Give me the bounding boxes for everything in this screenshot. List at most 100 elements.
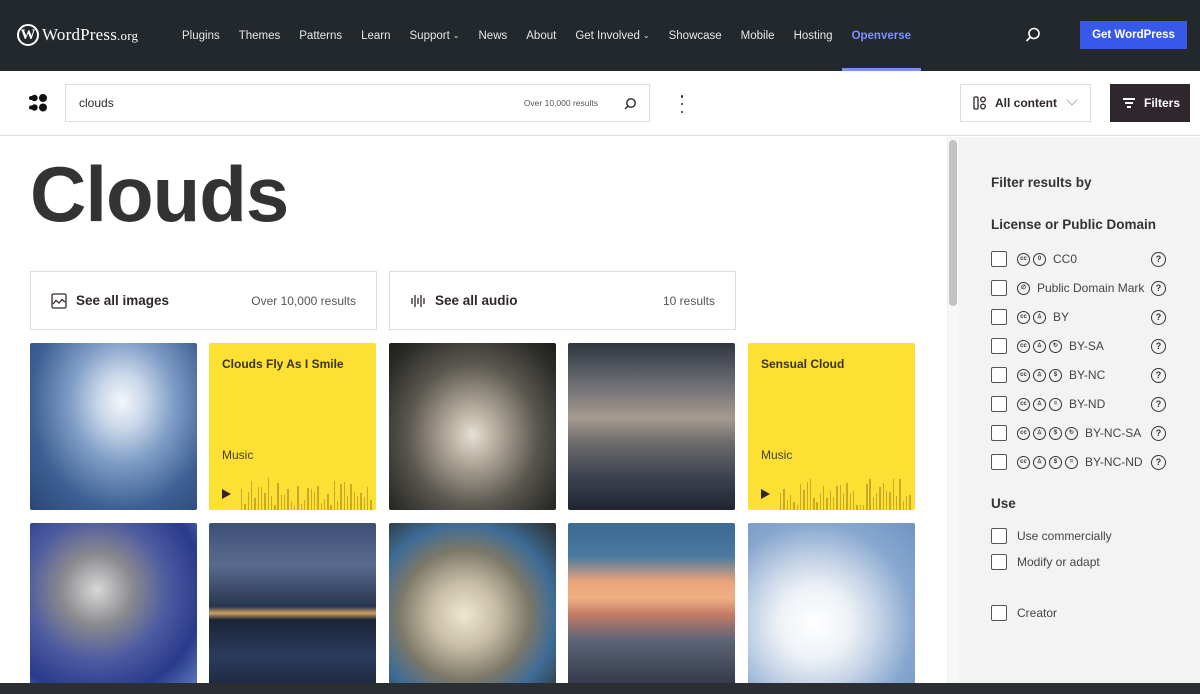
image-result-card[interactable] <box>389 523 556 683</box>
waveform-bar <box>823 486 825 510</box>
nav-item-patterns[interactable]: Patterns <box>299 0 342 71</box>
license-option-by[interactable]: cc ♙ BY? <box>991 308 1181 326</box>
audio-waveform[interactable] <box>241 476 372 510</box>
license-icons: cc ♙ = <box>1017 397 1065 411</box>
image-result-card[interactable] <box>30 523 197 683</box>
see-all-audio-link[interactable]: See all audio 10 results <box>389 271 736 330</box>
waveform-bar <box>882 483 885 510</box>
cc-nc-icon: $ <box>1049 368 1062 382</box>
license-checkbox[interactable] <box>991 454 1007 470</box>
help-icon[interactable]: ? <box>1151 396 1166 412</box>
license-checkbox[interactable] <box>991 396 1007 412</box>
logo-suffix: .org <box>117 28 139 43</box>
nav-item-get-involved[interactable]: Get Involved ⌄ <box>575 0 649 71</box>
wordpress-logo[interactable]: W WordPress.org <box>17 24 138 46</box>
nav-item-about[interactable]: About <box>526 0 556 71</box>
use-option-use-commercially[interactable]: Use commercially <box>991 527 1181 545</box>
license-checkbox[interactable] <box>991 425 1007 441</box>
license-option-public-domain-mark[interactable]: ∅ Public Domain Mark? <box>991 279 1181 297</box>
use-checkbox[interactable] <box>991 554 1007 570</box>
see-all-images-link[interactable]: See all images Over 10,000 results <box>30 271 377 330</box>
help-icon[interactable]: ? <box>1151 338 1166 354</box>
help-icon[interactable]: ? <box>1151 251 1166 267</box>
creator-checkbox[interactable] <box>991 605 1007 621</box>
audio-result-card[interactable]: Clouds Fly As I Smile Music <box>209 343 376 510</box>
nav-item-label: Openverse <box>851 29 912 42</box>
play-icon[interactable] <box>222 489 231 499</box>
chevron-down-icon <box>1066 94 1078 106</box>
nav-item-label: Showcase <box>668 29 722 42</box>
waveform-bar <box>869 479 871 510</box>
nav-item-news[interactable]: News <box>479 0 508 71</box>
search-submit-icon[interactable] <box>622 96 638 112</box>
help-icon[interactable]: ? <box>1151 425 1166 441</box>
nav-item-hosting[interactable]: Hosting <box>794 0 833 71</box>
image-result-card[interactable] <box>30 343 197 510</box>
audio-waveform[interactable] <box>780 476 911 510</box>
nav-item-mobile[interactable]: Mobile <box>741 0 775 71</box>
help-icon[interactable]: ? <box>1151 367 1166 383</box>
license-label: BY-NC-ND <box>1085 455 1143 469</box>
creator-option[interactable]: Creator <box>991 604 1181 622</box>
nav-item-themes[interactable]: Themes <box>239 0 281 71</box>
cc-nc-icon: $ <box>1049 426 1062 440</box>
license-option-by-sa[interactable]: cc ♙ ↻ BY-SA? <box>991 337 1181 355</box>
license-option-by-nc-nd[interactable]: cc ♙ $ = BY-NC-ND? <box>991 453 1181 471</box>
license-checkbox[interactable] <box>991 309 1007 325</box>
license-checkbox[interactable] <box>991 280 1007 296</box>
help-icon[interactable]: ? <box>1151 309 1166 325</box>
nav-item-label: Learn <box>361 29 391 42</box>
waveform-bar <box>895 496 898 510</box>
help-icon[interactable]: ? <box>1151 454 1166 470</box>
waveform-bar <box>360 493 362 510</box>
waveform-bar <box>892 479 895 510</box>
license-option-by-nd[interactable]: cc ♙ = BY-ND? <box>991 395 1181 413</box>
use-heading: Use <box>991 496 1016 511</box>
nav-item-label: Plugins <box>182 29 220 42</box>
image-result-card[interactable] <box>568 343 735 510</box>
license-icons: cc ♙ $ ↻ <box>1017 426 1081 440</box>
search-input[interactable] <box>79 96 499 110</box>
nav-item-openverse[interactable]: Openverse <box>841 0 922 71</box>
openverse-logo-icon[interactable] <box>29 94 49 112</box>
nav-item-plugins[interactable]: Plugins <box>182 0 220 71</box>
scrollbar-thumb[interactable] <box>949 140 957 306</box>
license-icons: cc 0 <box>1017 252 1049 266</box>
license-label: CC0 <box>1053 252 1078 266</box>
nav-item-support[interactable]: Support ⌄ <box>410 0 460 71</box>
filters-button[interactable]: Filters <box>1110 84 1190 122</box>
image-result-card[interactable] <box>748 523 915 683</box>
audio-waveform-icon <box>411 294 425 307</box>
license-checkbox[interactable] <box>991 367 1007 383</box>
use-option-modify-or-adapt[interactable]: Modify or adapt <box>991 553 1181 571</box>
license-checkbox[interactable] <box>991 251 1007 267</box>
waveform-bar <box>250 481 253 510</box>
waveform-bar <box>260 487 263 510</box>
nav-item-learn[interactable]: Learn <box>361 0 390 71</box>
play-icon[interactable] <box>761 489 770 499</box>
waveform-bar <box>852 491 855 510</box>
more-menu-icon[interactable] <box>677 95 687 113</box>
search-icon[interactable] <box>1024 26 1042 44</box>
get-wordpress-button[interactable]: Get WordPress <box>1080 21 1187 49</box>
license-option-by-nc-sa[interactable]: cc ♙ $ ↻ BY-NC-SA? <box>991 424 1181 442</box>
license-option-cc0[interactable]: cc 0 CC0? <box>991 250 1181 268</box>
waveform-bar <box>370 500 372 510</box>
filters-label: Filters <box>1144 96 1181 110</box>
waveform-bar <box>866 484 868 510</box>
images-count: Over 10,000 results <box>251 293 356 308</box>
image-result-card[interactable] <box>209 523 376 683</box>
license-checkbox[interactable] <box>991 338 1007 354</box>
audio-title: Sensual Cloud <box>761 357 845 371</box>
use-checkbox[interactable] <box>991 528 1007 544</box>
content-type-select[interactable]: All content <box>960 84 1091 122</box>
nav-item-showcase[interactable]: Showcase <box>669 0 722 71</box>
see-all-images-label: See all images <box>76 293 170 308</box>
image-result-card[interactable] <box>568 523 735 683</box>
nav-item-label: Get Involved <box>575 29 640 42</box>
audio-result-card[interactable]: Sensual Cloud Music <box>748 343 915 510</box>
use-label: Modify or adapt <box>1017 555 1100 569</box>
help-icon[interactable]: ? <box>1151 280 1166 296</box>
image-result-card[interactable] <box>389 343 556 510</box>
license-option-by-nc[interactable]: cc ♙ $ BY-NC? <box>991 366 1181 384</box>
